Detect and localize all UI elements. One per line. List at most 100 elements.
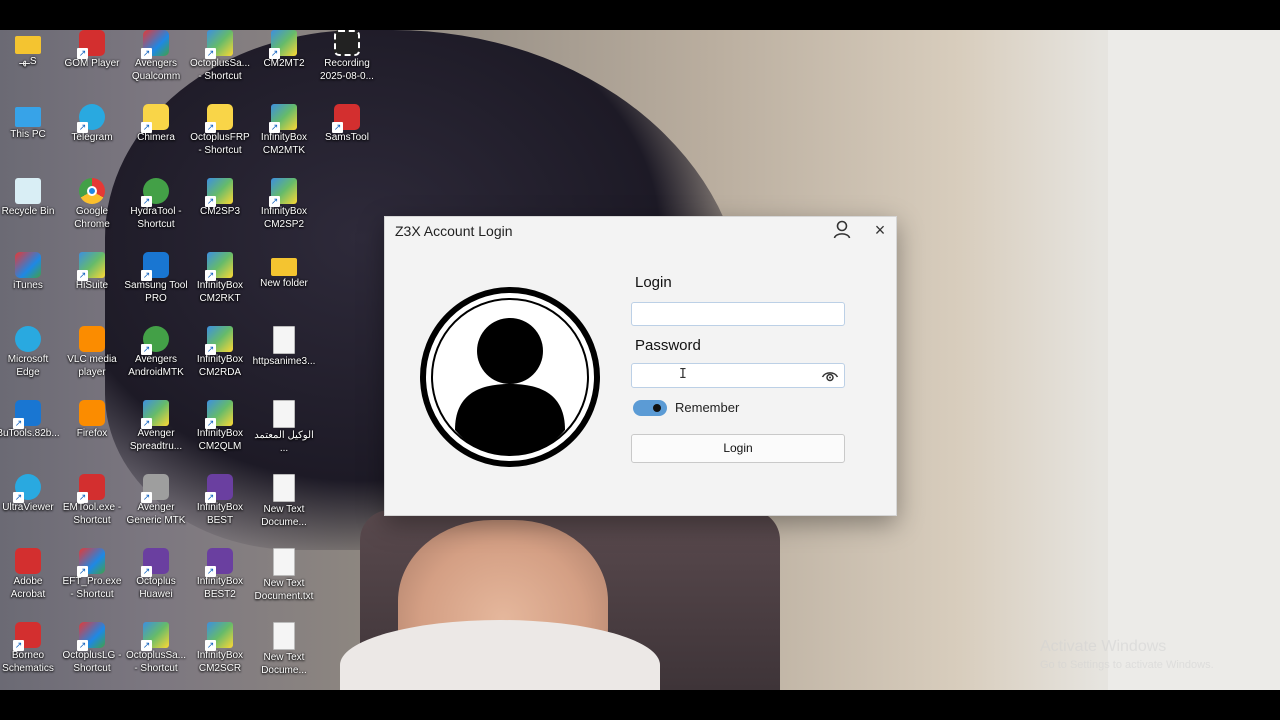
watermark-subtitle: Go to Settings to activate Windows. (1040, 659, 1214, 671)
win-icon (269, 104, 297, 133)
desktop-icon-label: SamsTool (325, 132, 369, 143)
lblue-icon (13, 474, 41, 503)
login-input[interactable] (631, 302, 845, 326)
desktop-icon-label: Avengers Qualcomm (131, 58, 181, 82)
desktop-icon[interactable]: InfinityBox CM2SP2 (252, 178, 316, 231)
desktop-icon-label: HydraTool - Shortcut (130, 206, 182, 230)
password-field[interactable]: I (631, 363, 845, 388)
desktop-icon[interactable]: HiSuite (60, 252, 124, 292)
desktop-icon[interactable]: InfinityBox CM2MTK (252, 104, 316, 157)
desktop-icon[interactable]: GOM Player (60, 30, 124, 70)
win-icon (141, 622, 169, 651)
yellow-icon (205, 104, 233, 133)
orange-icon (79, 326, 105, 352)
desktop-icon-label: Avenger Generic MTK (126, 502, 186, 526)
desktop-icon[interactable]: OctoplusLG - Shortcut (60, 622, 124, 675)
desktop-icon[interactable]: OctoplusSa... - Shortcut (124, 622, 188, 675)
desktop-icon[interactable]: UltraViewer (0, 474, 60, 514)
desktop-icon[interactable]: Avenger Spreadtru... (124, 400, 188, 453)
password-input[interactable] (632, 364, 812, 387)
desktop-icon[interactable]: Telegram (60, 104, 124, 144)
folder-icon (15, 36, 41, 54)
desktop-icon[interactable]: Recording 2025-08-0... (315, 30, 379, 83)
desktop-icon[interactable]: Avenger Generic MTK (124, 474, 188, 527)
doc-icon (273, 400, 295, 428)
folder-icon (271, 258, 297, 276)
desktop-icon-label: UltraViewer (2, 502, 54, 513)
desktop-icon[interactable]: New Text Docume... (252, 474, 316, 529)
show-password-button[interactable] (821, 369, 839, 383)
desktop-icon-label: New Text Docume... (261, 504, 307, 528)
desktop-icon[interactable]: CM2SP3 (188, 178, 252, 218)
multi-icon (77, 622, 105, 651)
desktop-icon[interactable]: InfinityBox BEST2 (188, 548, 252, 601)
multi-icon (15, 252, 41, 278)
win-icon (205, 30, 233, 59)
desktop-icon[interactable]: Avengers Qualcomm (124, 30, 188, 83)
chrome-icon (79, 178, 105, 204)
desktop-icon[interactable]: New Text Docume... (252, 622, 316, 677)
desktop-icon[interactable]: ـهـS (0, 30, 60, 68)
win-icon (77, 252, 105, 281)
desktop-icon[interactable]: InfinityBox BEST (188, 474, 252, 527)
desktop-icon-label: EFT_Pro.exe - Shortcut (62, 576, 122, 600)
desktop-icon[interactable]: Chimera (124, 104, 188, 144)
desktop-icon[interactable]: Google Chrome (60, 178, 124, 231)
text-cursor-icon: I (679, 367, 687, 382)
desktop-icon[interactable]: Avengers AndroidMTK (124, 326, 188, 379)
desktop-icon[interactable]: OctoplusSa... - Shortcut (188, 30, 252, 83)
desktop-icon-label: Firefox (76, 428, 108, 439)
desktop-icon-label: New folder (260, 278, 308, 289)
desktop-icon[interactable]: httpsanime3... (252, 326, 316, 368)
login-button[interactable]: Login (631, 434, 845, 463)
desktop-icon-label: Recycle Bin (1, 206, 55, 217)
red-icon (77, 474, 105, 503)
desktop-icon-label: Avenger Spreadtru... (129, 428, 183, 452)
remember-toggle[interactable] (633, 400, 667, 416)
login-dialog: Z3X Account Login × Login Password I Rem… (384, 216, 897, 516)
desktop-icon[interactable]: New folder (252, 252, 316, 290)
desktop-icon[interactable]: EMTool.exe - Shortcut (60, 474, 124, 527)
desktop-icon-label: الوكيل المعتمد ... (254, 430, 314, 454)
desktop-icon[interactable]: Adobe Acrobat (0, 548, 60, 601)
doc-icon (273, 622, 295, 650)
desktop-icon[interactable]: CM2MT2 (252, 30, 316, 70)
desktop-icon[interactable]: EFT_Pro.exe - Shortcut (60, 548, 124, 601)
desktop-icon-label: Avengers AndroidMTK (128, 354, 184, 378)
desktop-icon[interactable]: InfinityBox CM2RDA (188, 326, 252, 379)
doc-icon (273, 474, 295, 502)
desktop-icon[interactable]: BuTools.82b... (0, 400, 60, 440)
desktop-icon[interactable]: الوكيل المعتمد ... (252, 400, 316, 455)
desktop-icon[interactable]: Octoplus Huawei (124, 548, 188, 601)
desktop-icon[interactable]: New Text Document.txt (252, 548, 316, 603)
red-icon (15, 548, 41, 574)
desktop-icon[interactable]: iTunes (0, 252, 60, 292)
desktop-icon[interactable]: InfinityBox CM2RKT (188, 252, 252, 305)
win-icon (205, 178, 233, 207)
desktop-icon[interactable]: InfinityBox CM2QLM (188, 400, 252, 453)
desktop-icon[interactable]: Borneo Schematics (0, 622, 60, 675)
desktop-icon[interactable]: SamsTool (315, 104, 379, 144)
win-icon (205, 326, 233, 355)
desktop-icon[interactable]: VLC media player (60, 326, 124, 379)
desktop-icon[interactable]: InfinityBox CM2SCR (188, 622, 252, 675)
desktop-icon[interactable]: Recycle Bin (0, 178, 60, 218)
desktop-icon[interactable]: This PC (0, 104, 60, 141)
win-icon (269, 30, 297, 59)
desktop-icon-label: InfinityBox CM2SCR (196, 650, 244, 674)
win-icon (205, 622, 233, 651)
desktop-icon[interactable]: HydraTool - Shortcut (124, 178, 188, 231)
blue-icon (141, 252, 169, 281)
desktop-icon[interactable]: OctoplusFRP - Shortcut (188, 104, 252, 157)
account-button[interactable] (831, 219, 853, 241)
desktop-icon[interactable]: Samsung Tool PRO (124, 252, 188, 305)
green-icon (141, 178, 169, 207)
multi-icon (77, 548, 105, 577)
purple-icon (205, 548, 233, 577)
close-button[interactable]: × (869, 219, 891, 241)
desktop-icon-label: OctoplusSa... - Shortcut (189, 58, 251, 82)
desktop-icon-label: InfinityBox CM2MTK (260, 132, 308, 156)
desktop-icon[interactable]: Firefox (60, 400, 124, 440)
win-icon (141, 400, 169, 429)
desktop-icon[interactable]: Microsoft Edge (0, 326, 60, 379)
